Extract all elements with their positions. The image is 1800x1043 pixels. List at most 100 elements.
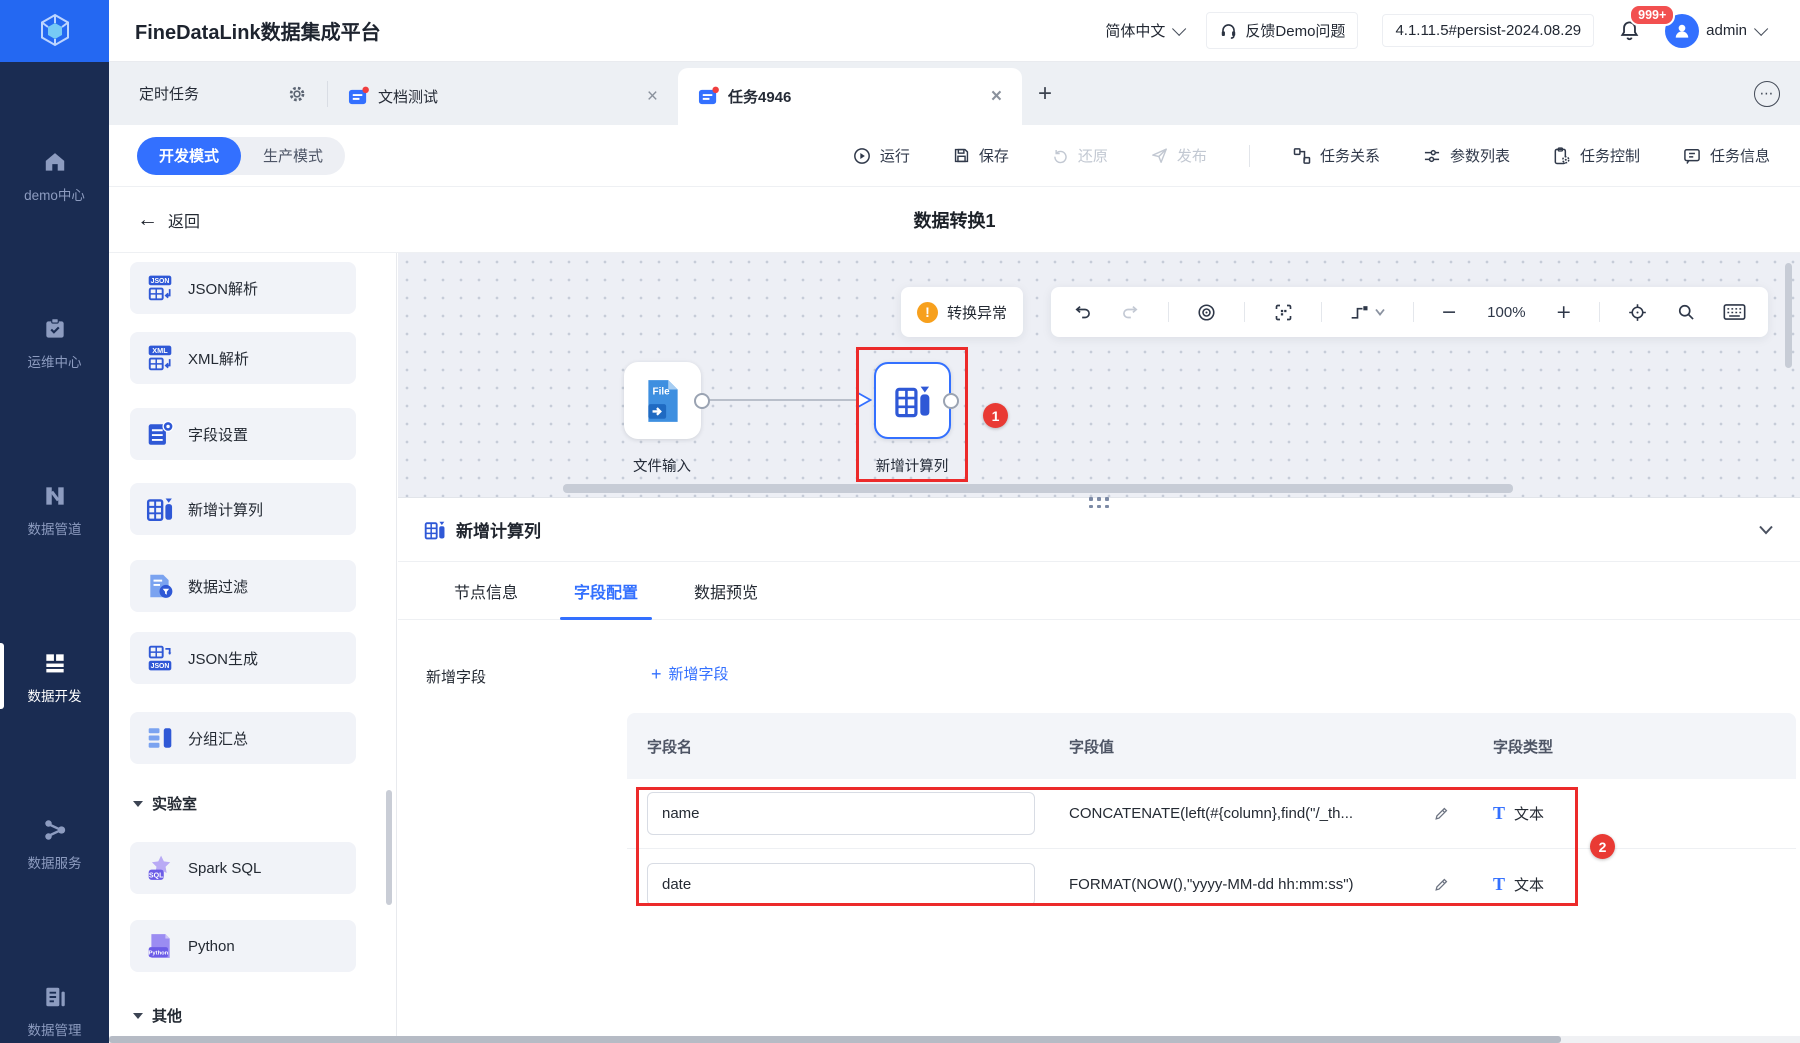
zoom-out-button[interactable]: −	[1441, 302, 1457, 322]
add-field-button[interactable]: + 新增字段	[651, 663, 729, 684]
palette-item-field-settings[interactable]: 字段设置	[130, 408, 356, 460]
task-control-button[interactable]: 任务控制	[1552, 145, 1640, 166]
app-window: demo中心 运维中心 数据管道 数据开发 数据服务 数据管理 FineData…	[0, 0, 1800, 1043]
task-info-button[interactable]: 任务信息	[1682, 145, 1770, 166]
more-options-icon[interactable]: ⋯	[1754, 80, 1780, 107]
palette-item-label: Python	[188, 937, 235, 955]
task-relation-button[interactable]: 任务关系	[1292, 145, 1380, 166]
tab-field-config[interactable]: 字段配置	[560, 562, 653, 620]
tab-node-info[interactable]: 节点信息	[454, 562, 518, 619]
palette-item-spark-sql[interactable]: SQL Spark SQL	[130, 842, 356, 894]
sidebar-item-data-manage[interactable]: 数据管理	[0, 965, 109, 1043]
scheduled-task-label[interactable]: 定时任务	[139, 83, 199, 104]
username-label: admin	[1706, 22, 1747, 39]
sidebar-item-data-dev[interactable]: 数据开发	[0, 631, 109, 723]
edit-formula-button[interactable]	[1433, 805, 1450, 822]
pencil-icon	[1435, 807, 1448, 820]
palette-item-data-filter[interactable]: 数据过滤	[130, 560, 356, 612]
collapse-panel-button[interactable]	[1758, 524, 1774, 536]
caret-down-icon	[1375, 308, 1386, 316]
transform-error-chip[interactable]: ! 转换异常	[901, 287, 1024, 337]
col-header-field-name: 字段名	[647, 738, 693, 756]
field-type-select[interactable]: T 文本	[1473, 803, 1796, 824]
canvas-vscrollbar[interactable]	[1785, 263, 1792, 368]
connection-style-button[interactable]	[1349, 302, 1386, 322]
data-dev-icon	[45, 653, 64, 672]
output-port[interactable]	[694, 392, 710, 409]
col-header-field-value: 字段值	[1069, 738, 1115, 756]
run-button[interactable]: 运行	[852, 145, 910, 166]
close-icon[interactable]: ×	[647, 87, 658, 106]
palette-item-json-parse[interactable]: JSON JSON解析	[130, 262, 356, 314]
warning-icon: !	[917, 301, 938, 323]
page-hscrollbar[interactable]	[109, 1036, 1561, 1043]
locate-node-button[interactable]	[1196, 302, 1217, 323]
palette-item-group-aggregate[interactable]: 分组汇总	[130, 712, 356, 764]
palette-scrollbar[interactable]	[386, 790, 392, 905]
notifications-button[interactable]: 999+	[1618, 4, 1676, 42]
node-add-calc-column[interactable]	[874, 362, 959, 439]
add-calc-column-icon	[146, 498, 173, 521]
restore-button[interactable]: 还原	[1051, 145, 1108, 166]
caret-down-icon	[133, 1012, 143, 1019]
sidebar-item-label: 运维中心	[27, 354, 82, 370]
feedback-label: 反馈Demo问题	[1245, 23, 1346, 40]
chevron-down-icon	[1172, 21, 1187, 36]
node-file-input[interactable]: File	[624, 362, 710, 439]
center-locate-button[interactable]	[1627, 302, 1648, 323]
language-selector[interactable]: 简体中文	[1105, 20, 1187, 41]
save-button[interactable]: 保存	[952, 145, 1009, 166]
user-menu[interactable]: admin	[1665, 13, 1769, 48]
field-name-input[interactable]	[647, 792, 1035, 835]
save-icon	[954, 148, 969, 163]
data-pipeline-icon	[45, 486, 64, 505]
app-logo[interactable]	[0, 0, 109, 62]
tab-label: 任务4946	[728, 89, 792, 106]
gear-icon[interactable]	[287, 84, 307, 104]
feedback-button[interactable]: 反馈Demo问题	[1206, 12, 1359, 49]
shortcut-keys-button[interactable]	[1723, 302, 1746, 322]
redo-button[interactable]	[1120, 302, 1140, 322]
version-label: 4.1.11.5#persist-2024.08.29	[1382, 14, 1595, 47]
section-other[interactable]: 其他	[133, 1005, 182, 1026]
notification-count-badge: 999+	[1629, 4, 1676, 26]
palette-item-label: 分组汇总	[188, 730, 249, 748]
edit-formula-button[interactable]	[1433, 876, 1450, 893]
section-lab[interactable]: 实验室	[133, 793, 197, 814]
palette-item-add-calc-column[interactable]: 新增计算列	[130, 483, 356, 535]
sidebar-item-ops-center[interactable]: 运维中心	[0, 297, 109, 389]
palette-item-label: 数据过滤	[188, 578, 249, 596]
param-list-button[interactable]: 参数列表	[1422, 145, 1510, 166]
publish-button[interactable]: 发布	[1150, 145, 1207, 166]
zoom-in-button[interactable]: +	[1556, 302, 1572, 322]
task-info-icon	[1684, 148, 1700, 164]
palette-item-json-generate[interactable]: JSON JSON生成	[130, 632, 356, 684]
config-panel: 新增计算列 节点信息 字段配置 数据预览 新增字段 + 新增字段 字段名 字段值…	[398, 497, 1800, 1036]
sidebar-item-demo-center[interactable]: demo中心	[0, 130, 109, 222]
dev-mode-button[interactable]: 开发模式	[137, 136, 242, 175]
tab-task-4946[interactable]: 任务4946 ×	[678, 68, 1022, 125]
prod-mode-button[interactable]: 生产模式	[241, 137, 345, 175]
output-port[interactable]	[943, 392, 959, 409]
tab-doc-test[interactable]: 文档测试 ×	[328, 68, 678, 125]
sidebar-item-data-service[interactable]: 数据服务	[0, 798, 109, 890]
palette-item-python[interactable]: Python Python	[130, 920, 356, 972]
search-node-button[interactable]	[1676, 302, 1696, 322]
panel-resize-handle[interactable]	[1087, 495, 1111, 510]
table-row: CONCATENATE(left(#{column},find("/_th...…	[627, 779, 1796, 849]
undo-button[interactable]	[1073, 302, 1093, 322]
add-calc-column-icon	[894, 386, 929, 417]
fit-view-button[interactable]	[1273, 302, 1294, 323]
close-icon[interactable]: ×	[991, 87, 1002, 106]
tab-data-preview[interactable]: 数据预览	[694, 562, 758, 619]
sidebar-item-data-pipeline[interactable]: 数据管道	[0, 464, 109, 556]
canvas-hscrollbar[interactable]	[563, 484, 1513, 493]
back-button[interactable]: ← 返回	[137, 187, 200, 253]
input-port-arrow[interactable]	[856, 391, 873, 409]
redo-icon	[1123, 305, 1138, 319]
flow-canvas[interactable]: ! 转换异常 − 100% + File 文件输入 新增计算列 1	[398, 253, 1800, 497]
field-type-select[interactable]: T 文本	[1473, 874, 1796, 895]
add-tab-button[interactable]: +	[1038, 81, 1052, 106]
palette-item-xml-parse[interactable]: XML XML解析	[130, 332, 356, 384]
field-name-input[interactable]	[647, 862, 1035, 906]
